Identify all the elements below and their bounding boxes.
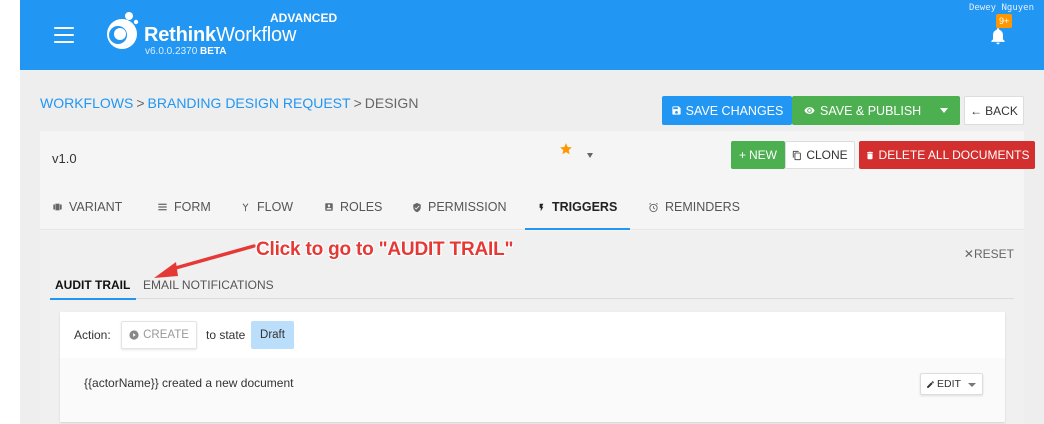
- plus-icon: +: [738, 148, 746, 162]
- menu-icon[interactable]: [54, 27, 74, 43]
- star-icon[interactable]: [559, 142, 573, 156]
- tab-label: PERMISSION: [428, 200, 507, 214]
- clone-label: CLONE: [806, 148, 848, 162]
- bolt-icon: [539, 203, 544, 211]
- breadcrumb-separator: >: [353, 95, 362, 111]
- reset-label: RESET: [973, 247, 1014, 261]
- annotation-arrow-icon: [154, 244, 256, 278]
- state-chip[interactable]: Draft: [251, 321, 294, 349]
- eye-icon: [804, 107, 815, 114]
- chevron-down-icon[interactable]: [940, 108, 948, 113]
- breadcrumb-workflow[interactable]: BRANDING DESIGN REQUEST: [148, 95, 351, 111]
- app-header: RethinkWorkflow v6.0.0.2370 BETA ADVANCE…: [20, 0, 1044, 70]
- save-publish-label: SAVE & PUBLISH: [820, 103, 922, 118]
- active-tab-indicator: [525, 228, 630, 230]
- save-icon: [672, 106, 681, 115]
- play-circle-icon: [129, 330, 139, 340]
- tab-label: TRIGGERS: [552, 200, 618, 214]
- trigger-item: Action: CREATE to state Draft {{actorNam…: [60, 312, 1005, 422]
- trash-icon: [866, 151, 873, 159]
- save-changes-label: SAVE CHANGES: [685, 103, 784, 118]
- back-button[interactable]: ← BACK: [964, 96, 1024, 125]
- tab-triggers[interactable]: TRIGGERS: [537, 184, 617, 230]
- to-state-label: to state: [206, 328, 246, 342]
- arrow-left-icon: ←: [970, 103, 983, 118]
- new-label: NEW: [749, 148, 777, 162]
- action-value: CREATE: [143, 329, 189, 341]
- chevron-down-icon[interactable]: [968, 383, 976, 387]
- tab-label: ROLES: [340, 200, 383, 214]
- tab-label: FLOW: [257, 200, 294, 214]
- main-tabs: VARIANT FORM FLOW ROLES PERMISSION TRIGG…: [40, 184, 1024, 230]
- save-changes-button[interactable]: SAVE CHANGES: [662, 96, 792, 125]
- save-publish-button[interactable]: SAVE & PUBLISH: [792, 96, 960, 125]
- reset-button[interactable]: ✕RESET: [964, 247, 1014, 261]
- tab-form[interactable]: FORM: [157, 184, 211, 230]
- shield-icon: [413, 202, 421, 212]
- pencil-icon: [927, 380, 934, 388]
- tab-label: FORM: [174, 200, 211, 214]
- edition-label: ADVANCED: [270, 11, 338, 25]
- tab-label: VARIANT: [69, 200, 123, 214]
- flow-icon: [242, 203, 249, 212]
- variant-icon: [53, 203, 62, 211]
- clone-button[interactable]: CLONE: [785, 141, 855, 169]
- bell-icon[interactable]: [988, 26, 1008, 46]
- tab-flow[interactable]: FLOW: [240, 184, 293, 230]
- logo-icon: [107, 12, 139, 49]
- brand-name: RethinkWorkflow: [144, 24, 297, 46]
- breadcrumb-separator: >: [136, 95, 145, 111]
- breadcrumb-current: DESIGN: [364, 95, 419, 111]
- trigger-header: Action: CREATE to state Draft: [60, 312, 1005, 358]
- brand-version: v6.0.0.2370 BETA: [145, 46, 227, 57]
- trigger-message: {{actorName}} created a new document: [84, 376, 294, 390]
- tab-reminders[interactable]: REMINDERS: [648, 184, 740, 230]
- form-icon: [158, 203, 167, 211]
- delete-label: DELETE ALL DOCUMENTS: [878, 148, 1030, 162]
- action-label: Action:: [74, 328, 111, 342]
- roles-icon: [325, 203, 333, 211]
- version-label: v1.0: [52, 151, 77, 166]
- annotation-text: Click to go to "AUDIT TRAIL": [256, 239, 514, 260]
- edit-label: EDIT: [937, 378, 961, 390]
- breadcrumb: WORKFLOWS > BRANDING DESIGN REQUEST > DESIGN: [40, 95, 418, 111]
- breadcrumb-workflows[interactable]: WORKFLOWS: [40, 95, 133, 111]
- tab-roles[interactable]: ROLES: [324, 184, 382, 230]
- alarm-icon: [649, 202, 658, 212]
- close-icon: ✕: [963, 247, 974, 261]
- version-dropdown-icon[interactable]: [587, 153, 593, 158]
- subtab-audit-trail[interactable]: AUDIT TRAIL: [55, 278, 130, 292]
- version-bar: v1.0 + NEW CLONE DELETE ALL DOCUMENTS: [40, 131, 1035, 183]
- copy-icon: [793, 150, 802, 160]
- active-subtab-indicator: [50, 298, 136, 300]
- tab-permission[interactable]: PERMISSION: [412, 184, 507, 230]
- edit-button[interactable]: EDIT: [920, 373, 983, 395]
- app-frame: RethinkWorkflow v6.0.0.2370 BETA ADVANCE…: [20, 0, 1044, 424]
- tab-variant[interactable]: VARIANT: [52, 184, 122, 230]
- back-label: BACK: [985, 103, 1018, 118]
- tab-label: REMINDERS: [665, 200, 741, 214]
- action-chip[interactable]: CREATE: [121, 321, 197, 349]
- delete-all-documents-button[interactable]: DELETE ALL DOCUMENTS: [859, 141, 1035, 169]
- new-version-button[interactable]: + NEW: [731, 141, 785, 169]
- user-name[interactable]: Dewey Nguyen: [969, 3, 1034, 13]
- notification-badge: 9+: [996, 14, 1013, 28]
